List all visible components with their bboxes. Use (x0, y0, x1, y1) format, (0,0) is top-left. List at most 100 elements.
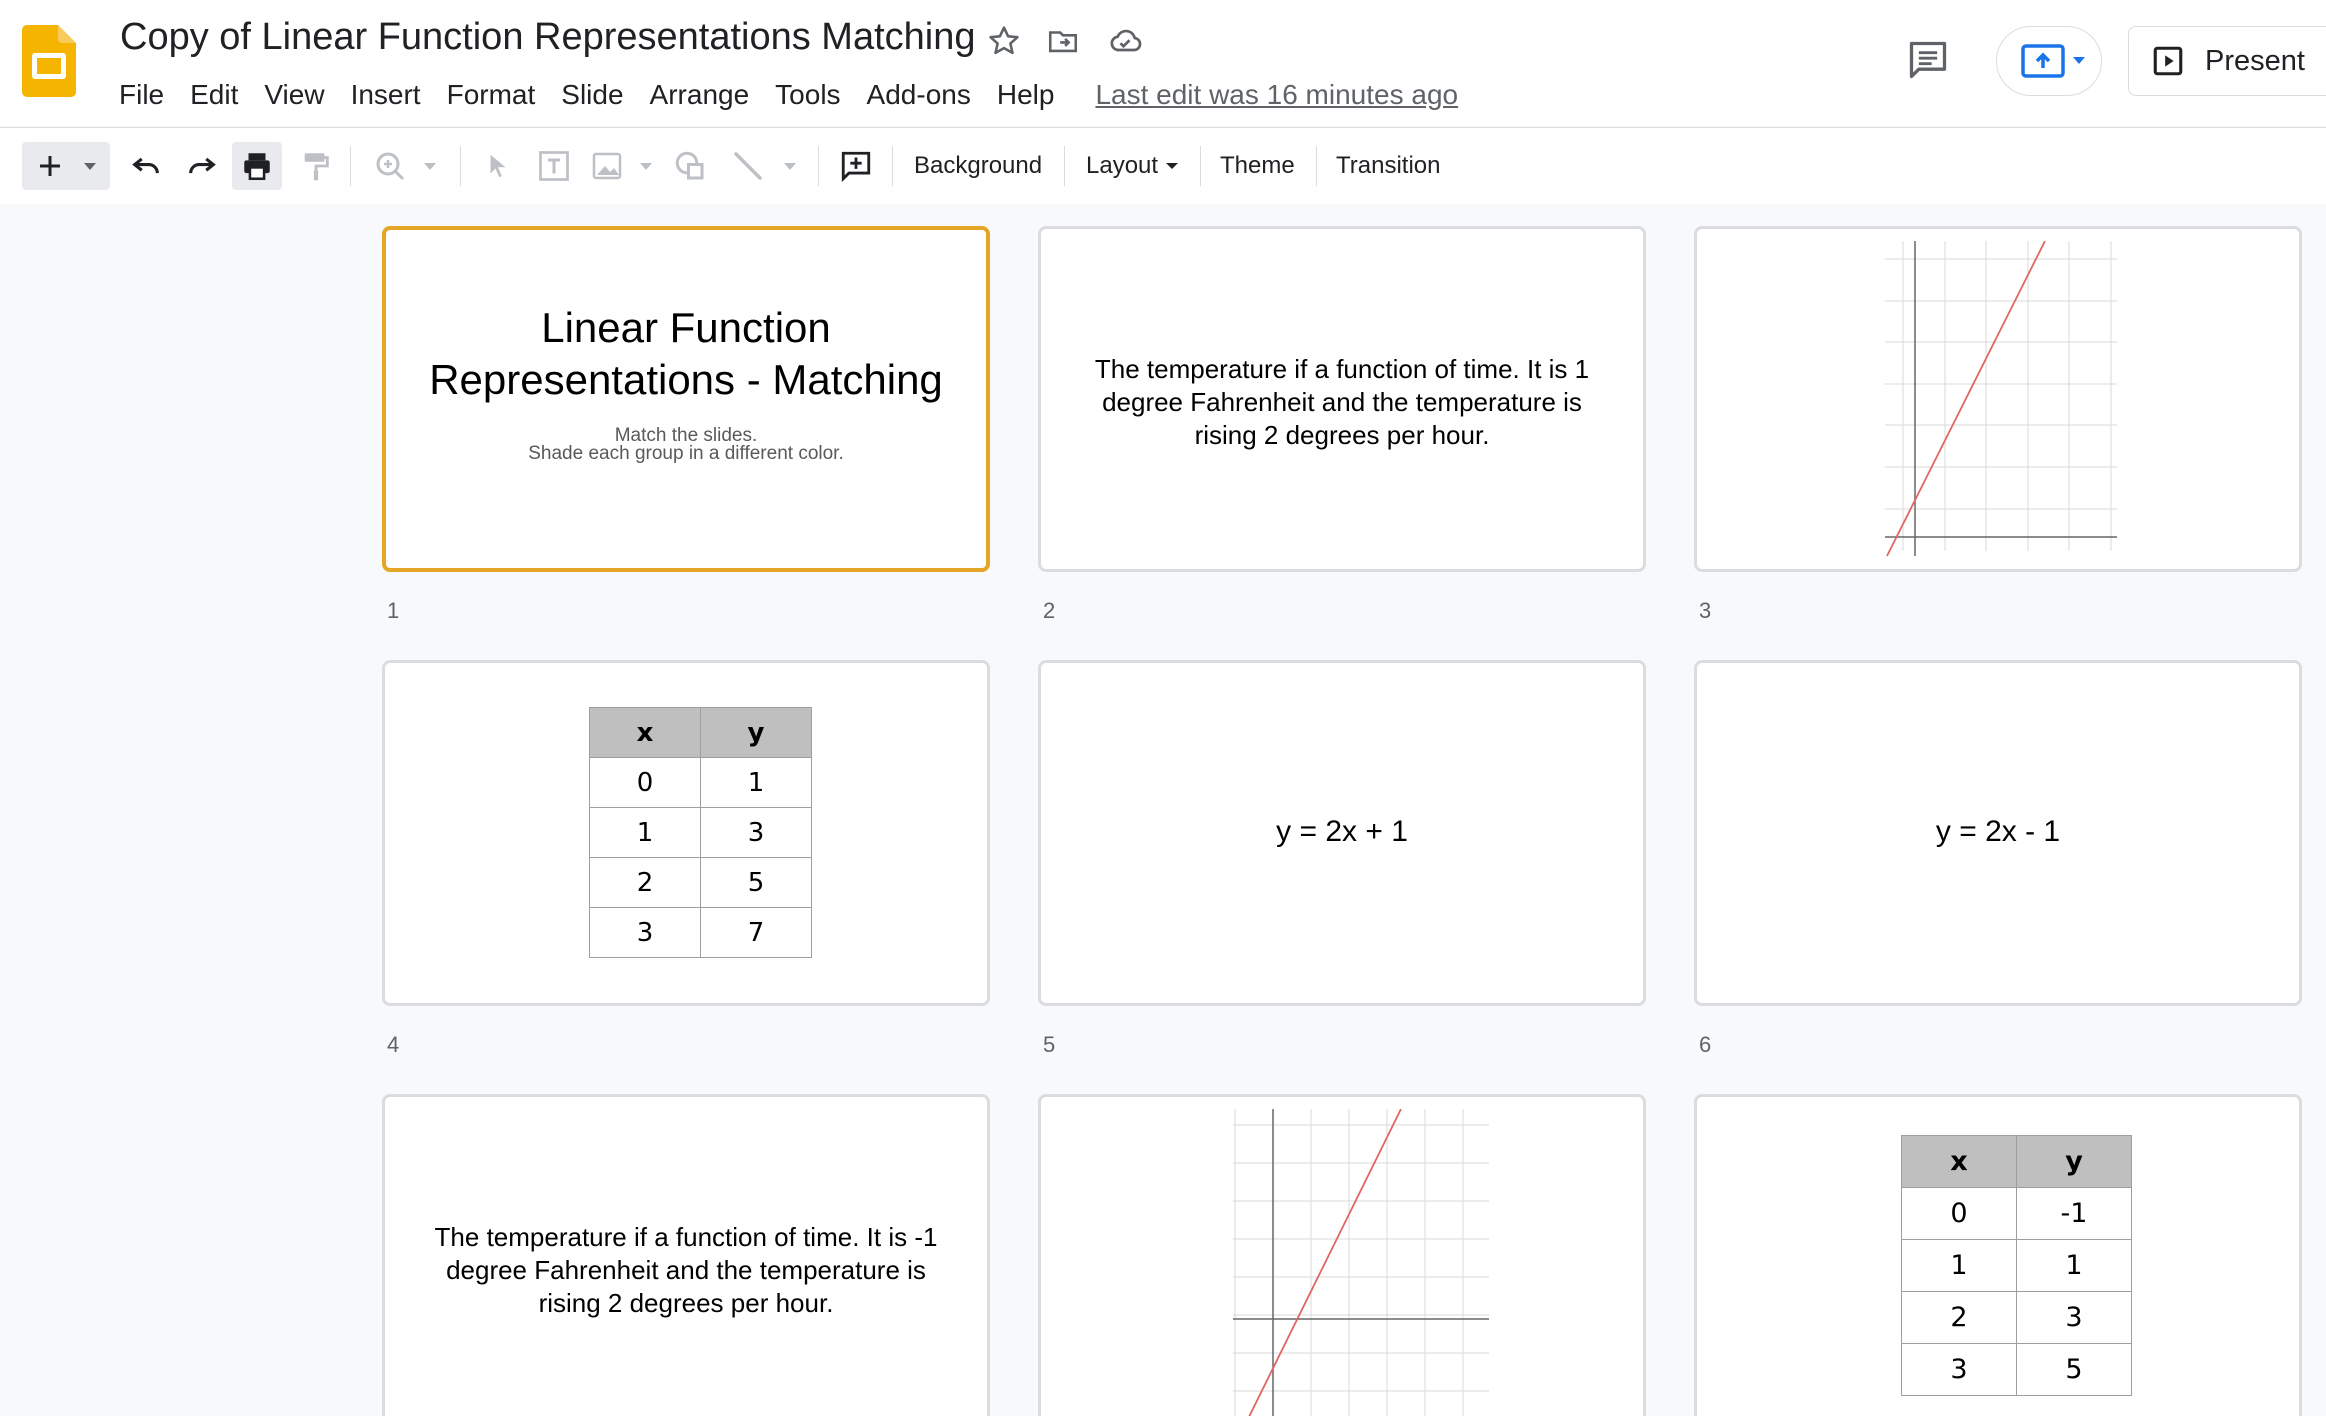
table-cell: 3 (700, 807, 812, 858)
line-graph-y-2x-minus-1 (1233, 1109, 1489, 1416)
slide-text-line-2: degree Fahrenheit and the temperature is (446, 1255, 926, 1285)
play-slideshow-icon (2153, 46, 2183, 76)
table-cell: 0 (1901, 1187, 2017, 1240)
slide-title-line-2: Representations - Matching (429, 356, 943, 403)
menu-add-ons[interactable]: Add-ons (854, 79, 984, 111)
table-cell: 5 (2016, 1343, 2132, 1396)
table-cell: -1 (2016, 1187, 2132, 1240)
title-bar: Copy of Linear Function Representations … (0, 0, 2326, 126)
document-title[interactable]: Copy of Linear Function Representations … (120, 16, 975, 59)
table-header-y: y (700, 707, 812, 758)
present-to-meeting-icon (2021, 44, 2085, 78)
layout-button[interactable]: Layout (1086, 142, 1182, 190)
slide-subtitle-line-2: Shade each group in a different color. (528, 443, 844, 464)
table-header-x: x (1901, 1135, 2017, 1188)
menu-file[interactable]: File (106, 79, 177, 111)
table-row: 2 5 (589, 857, 812, 908)
toolbar-divider (1200, 146, 1201, 186)
table-row: 0 -1 (1901, 1187, 2132, 1240)
table-cell: 0 (589, 757, 701, 808)
theme-button[interactable]: Theme (1220, 142, 1295, 190)
slide-text-line-1: The temperature if a function of time. I… (434, 1222, 938, 1252)
xy-table: x y 0 -1 1 1 2 3 3 5 (1901, 1135, 2132, 1396)
toolbar: Background Layout Theme Transition (0, 127, 2326, 205)
print-icon[interactable] (232, 142, 282, 190)
table-row: 3 7 (589, 907, 812, 958)
slide-thumbnail-7[interactable]: The temperature if a function of time. I… (382, 1094, 990, 1416)
layout-label: Layout (1086, 152, 1159, 179)
slide-number-3: 3 (1699, 598, 1712, 623)
move-to-folder-icon[interactable] (1044, 22, 1082, 60)
slideshow-options-button[interactable] (1996, 26, 2102, 96)
slide-thumbnail-6[interactable]: y = 2x - 1 (1694, 660, 2302, 1006)
transition-button[interactable]: Transition (1336, 142, 1440, 190)
slide-thumbnail-2[interactable]: The temperature if a function of time. I… (1038, 226, 1646, 572)
table-cell: 3 (589, 907, 701, 958)
table-cell: 7 (700, 907, 812, 958)
menu-insert[interactable]: Insert (338, 79, 434, 111)
menu-slide[interactable]: Slide (548, 79, 636, 111)
table-header-y: y (2016, 1135, 2132, 1188)
xy-table: x y 0 1 1 3 2 5 3 7 (589, 707, 812, 958)
new-slide-button[interactable] (22, 142, 110, 190)
last-edit-link[interactable]: Last edit was 16 minutes ago (1095, 79, 1458, 111)
present-button[interactable]: Present (2128, 26, 2326, 96)
slide-number-2: 2 (1043, 598, 1056, 623)
table-cell: 1 (700, 757, 812, 808)
zoom-icon[interactable] (364, 142, 444, 190)
slide-text-line-1: The temperature if a function of time. I… (1094, 354, 1590, 384)
slide-title-line-1: Linear Function (541, 304, 831, 351)
menu-help[interactable]: Help (984, 79, 1068, 111)
table-cell: 3 (1901, 1343, 2017, 1396)
menu-format[interactable]: Format (434, 79, 549, 111)
slide-thumbnail-5[interactable]: y = 2x + 1 (1038, 660, 1646, 1006)
table-cell: 2 (1901, 1291, 2017, 1344)
slides-logo-icon[interactable] (22, 25, 76, 97)
slide-number-4: 4 (387, 1032, 400, 1057)
text-box-icon[interactable] (530, 142, 578, 190)
slide-thumbnail-1[interactable]: Linear Function Representations - Matchi… (382, 226, 990, 572)
table-row: 3 5 (1901, 1343, 2132, 1396)
toolbar-divider (818, 146, 819, 186)
toolbar-divider (1316, 146, 1317, 186)
cloud-saved-icon[interactable] (1106, 22, 1144, 60)
table-row: 1 1 (1901, 1239, 2132, 1292)
slide-thumbnail-4[interactable]: x y 0 1 1 3 2 5 3 7 (382, 660, 990, 1006)
background-button[interactable]: Background (914, 142, 1042, 190)
slide-equation: y = 2x - 1 (1935, 815, 2061, 848)
slide-thumbnail-3[interactable] (1694, 226, 2302, 572)
table-cell: 2 (589, 857, 701, 908)
menu-view[interactable]: View (251, 79, 337, 111)
table-cell: 1 (589, 807, 701, 858)
toolbar-divider (350, 146, 351, 186)
star-icon[interactable] (985, 22, 1023, 60)
slide-thumbnail-8[interactable] (1038, 1094, 1646, 1416)
slide-thumbnail-9[interactable]: x y 0 -1 1 1 2 3 3 5 (1694, 1094, 2302, 1416)
add-comment-icon[interactable] (832, 142, 880, 190)
comment-history-icon[interactable] (1906, 38, 1950, 82)
present-label: Present (2205, 44, 2305, 77)
redo-icon[interactable] (178, 142, 226, 190)
slide-grid: Linear Function Representations - Matchi… (0, 204, 2326, 1416)
slide-text-line-3: rising 2 degrees per hour. (538, 1288, 834, 1318)
select-cursor-icon[interactable] (474, 142, 522, 190)
slide-equation: y = 2x + 1 (1276, 815, 1408, 848)
table-row: 1 3 (589, 807, 812, 858)
table-header-x: x (589, 707, 701, 758)
slide-text-line-2: degree Fahrenheit and the temperature is (1102, 387, 1582, 417)
paint-format-icon[interactable] (292, 142, 340, 190)
toolbar-divider (460, 146, 461, 186)
menu-edit[interactable]: Edit (177, 79, 251, 111)
table-row: 0 1 (589, 757, 812, 808)
shape-icon[interactable] (666, 142, 714, 190)
line-icon[interactable] (722, 142, 806, 190)
slide-number-6: 6 (1699, 1032, 1712, 1057)
slide-number-5: 5 (1043, 1032, 1056, 1057)
table-cell: 3 (2016, 1291, 2132, 1344)
plus-icon (40, 156, 96, 176)
table-cell: 1 (2016, 1239, 2132, 1292)
insert-image-icon[interactable] (586, 142, 662, 190)
undo-icon[interactable] (122, 142, 170, 190)
menu-tools[interactable]: Tools (762, 79, 853, 111)
menu-arrange[interactable]: Arrange (637, 79, 763, 111)
